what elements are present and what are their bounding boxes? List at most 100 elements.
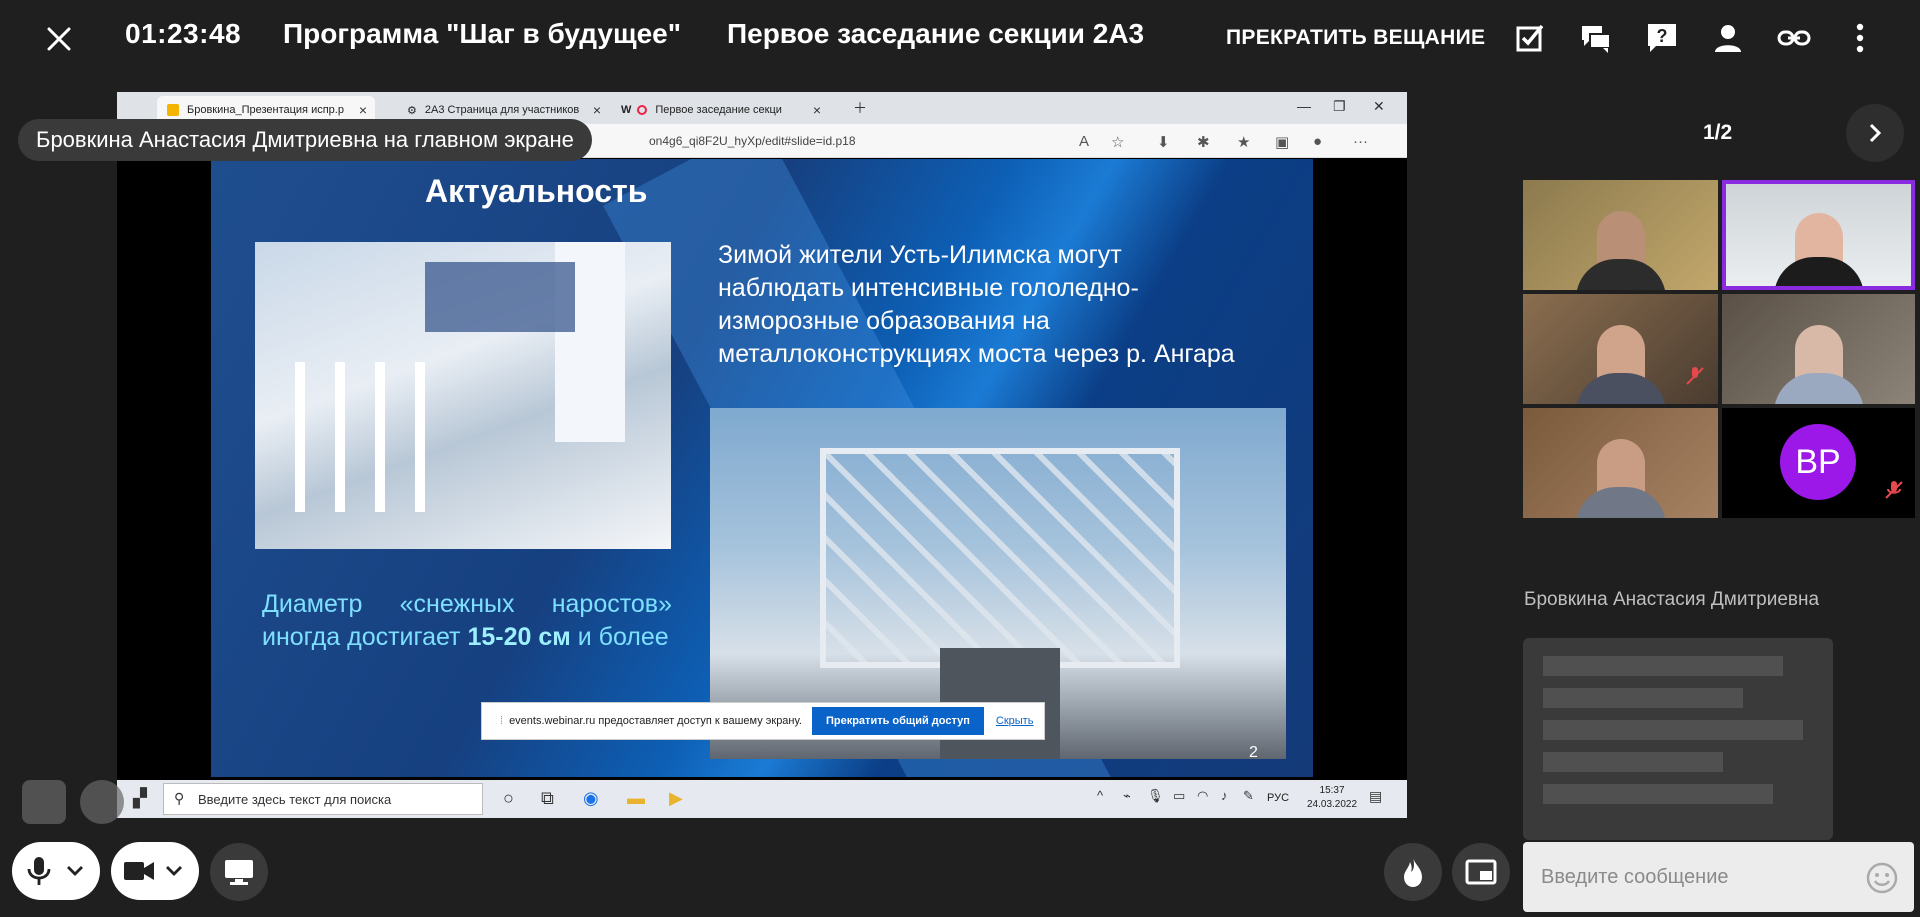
tray-battery-icon: ▭ — [1173, 788, 1186, 803]
mic-muted-icon — [1686, 367, 1704, 385]
stop-broadcast-button[interactable]: ПРЕКРАТИТЬ ВЕЩАНИЕ — [1226, 26, 1485, 50]
avatar: BP — [1780, 424, 1856, 500]
extension-icon: ✱ — [1197, 134, 1210, 151]
slide-diameter-text: Диаметр «снежных наростов» иногда достиг… — [262, 590, 672, 651]
screen-share-notice: ⁞ events.webinar.ru предоставляет доступ… — [481, 702, 1045, 740]
drag-handle-icon: ⁞ — [500, 715, 504, 727]
task-view-icon: ⧉ — [541, 788, 554, 808]
tray-chevron-icon: ^ — [1097, 788, 1104, 803]
tray-pen-icon: ✎ — [1243, 788, 1254, 803]
tasks-button[interactable] — [1512, 20, 1548, 56]
taskbar-search: ⚲ Введите здесь текст для поиска — [163, 783, 483, 815]
copy-link-button[interactable] — [1776, 20, 1812, 56]
more-options-button[interactable] — [1842, 20, 1878, 56]
taskbar-search-placeholder: Введите здесь текст для поиска — [198, 791, 392, 807]
file-explorer-icon: ▬ — [627, 788, 645, 808]
participants-button[interactable] — [1710, 20, 1746, 56]
tray-wifi-icon: ◠ — [1197, 788, 1209, 803]
participant-video-tile[interactable] — [1523, 294, 1718, 404]
question-icon: ? — [1648, 24, 1676, 52]
participant-video-tile[interactable] — [1523, 180, 1718, 290]
monitor-icon — [225, 860, 253, 885]
slides-icon — [167, 104, 179, 116]
chat-message-blurred — [1523, 638, 1833, 840]
participant-video-tile[interactable] — [1523, 408, 1718, 518]
chevron-down-icon — [67, 866, 83, 876]
browser-tab-label: Первое заседание секци — [655, 104, 782, 116]
record-dot-icon — [637, 105, 648, 115]
reactions-button[interactable] — [1384, 843, 1442, 901]
desktop-cube-icon — [22, 780, 66, 824]
broadcast-timer: 01:23:48 — [125, 18, 242, 49]
questions-button[interactable]: ? — [1644, 20, 1680, 56]
collections-icon: ▣ — [1275, 134, 1290, 151]
presentation-slide: Актуальность Зимой жители Усть-Илимска м… — [211, 159, 1313, 777]
favorite-add-icon: ☆ — [1111, 134, 1125, 151]
chat-button[interactable] — [1578, 20, 1614, 56]
more-horiz-icon: ··· — [1353, 133, 1368, 150]
browser-tab: W Первое заседание секци × — [611, 96, 829, 124]
participants-page-indicator: 1/2 — [1703, 121, 1733, 144]
slide-page-number: 2 — [1249, 744, 1258, 761]
slide-title: Актуальность — [425, 173, 648, 209]
close-button[interactable] — [40, 20, 78, 58]
share-notice-text: events.webinar.ru предоставляет доступ к… — [509, 715, 802, 727]
event-title: Программа "Шаг в будущее" — [283, 18, 682, 49]
hide-notice-link[interactable]: Скрыть — [996, 715, 1034, 727]
picture-in-picture-button[interactable] — [1452, 843, 1510, 901]
close-icon: × — [592, 102, 601, 118]
tray-usb-icon: ⌁ — [1123, 788, 1131, 803]
chevron-right-icon — [1869, 123, 1882, 143]
slide-main-text: Зимой жители Усть-Илимска могут наблюдат… — [718, 241, 1235, 368]
close-icon: × — [358, 102, 367, 118]
browser-tab-label: 2А3 Страница для участников — [424, 104, 580, 116]
profile-icon: ● — [1313, 133, 1323, 150]
read-aloud-icon: A — [1079, 133, 1090, 150]
cortana-icon: ○ — [503, 788, 514, 808]
taskbar-clock: 15:37 24.03.2022 — [1307, 784, 1357, 812]
more-vert-icon — [1856, 23, 1864, 53]
taskbar-date: 24.03.2022 — [1307, 799, 1358, 810]
picture-in-picture-icon — [1465, 859, 1497, 885]
webinar-w-icon: W — [621, 104, 632, 116]
chat-message-input[interactable] — [1523, 842, 1863, 912]
tray-volume-icon: ♪ — [1221, 788, 1228, 803]
search-icon: ⚲ — [174, 790, 185, 806]
close-icon — [47, 27, 71, 51]
desktop-logo-icon — [80, 780, 124, 824]
microphone-icon — [27, 857, 51, 885]
camera-icon — [124, 862, 154, 880]
speaker-name: Бровкина Анастасия Дмитриевна — [1524, 589, 1820, 610]
svg-text:?: ? — [1657, 26, 1668, 46]
close-icon: ✕ — [1373, 98, 1385, 114]
link-icon — [1777, 30, 1811, 46]
close-icon: × — [812, 102, 821, 118]
frozen-railing-photo — [255, 242, 671, 549]
camera-control[interactable] — [111, 842, 199, 900]
session-title: Первое заседание секции 2А3 — [727, 18, 1145, 49]
stop-sharing-button[interactable]: Прекратить общий доступ — [811, 707, 984, 735]
participant-video-tile[interactable] — [1722, 294, 1915, 404]
fire-icon — [1404, 857, 1422, 887]
media-app-icon: ▶ — [669, 788, 683, 808]
top-bar: 01:23:48 Программа "Шаг в будущее" Перво… — [0, 0, 1920, 76]
edge-browser-icon: ◉ — [583, 788, 599, 808]
screen-share-button[interactable] — [210, 843, 268, 901]
gear-icon: ⚙ — [407, 104, 417, 117]
task-check-icon — [1516, 24, 1544, 52]
minimize-icon: — — [1297, 98, 1311, 114]
next-page-button[interactable] — [1846, 104, 1904, 162]
favorites-icon: ★ — [1237, 134, 1251, 151]
browser-tab-label: Бровкина_Презентация испр.p — [187, 104, 344, 116]
taskbar-time: 15:37 — [1319, 785, 1345, 796]
notifications-icon: ▤ — [1369, 788, 1383, 804]
presenter-banner: Бровкина Анастасия Дмитриевна на главном… — [18, 119, 592, 161]
tray-mic-icon: 🎙 — [1147, 788, 1164, 803]
person-icon — [1715, 25, 1741, 52]
emoji-icon[interactable] — [1866, 862, 1898, 894]
chat-icon — [1582, 26, 1611, 53]
desktop-icons — [22, 780, 124, 824]
microphone-control[interactable] — [12, 842, 100, 900]
participant-video-tile-active[interactable] — [1722, 180, 1915, 290]
os-taskbar: ▞ ⚲ Введите здесь текст для поиска ○ ⧉ ◉… — [117, 780, 1407, 818]
